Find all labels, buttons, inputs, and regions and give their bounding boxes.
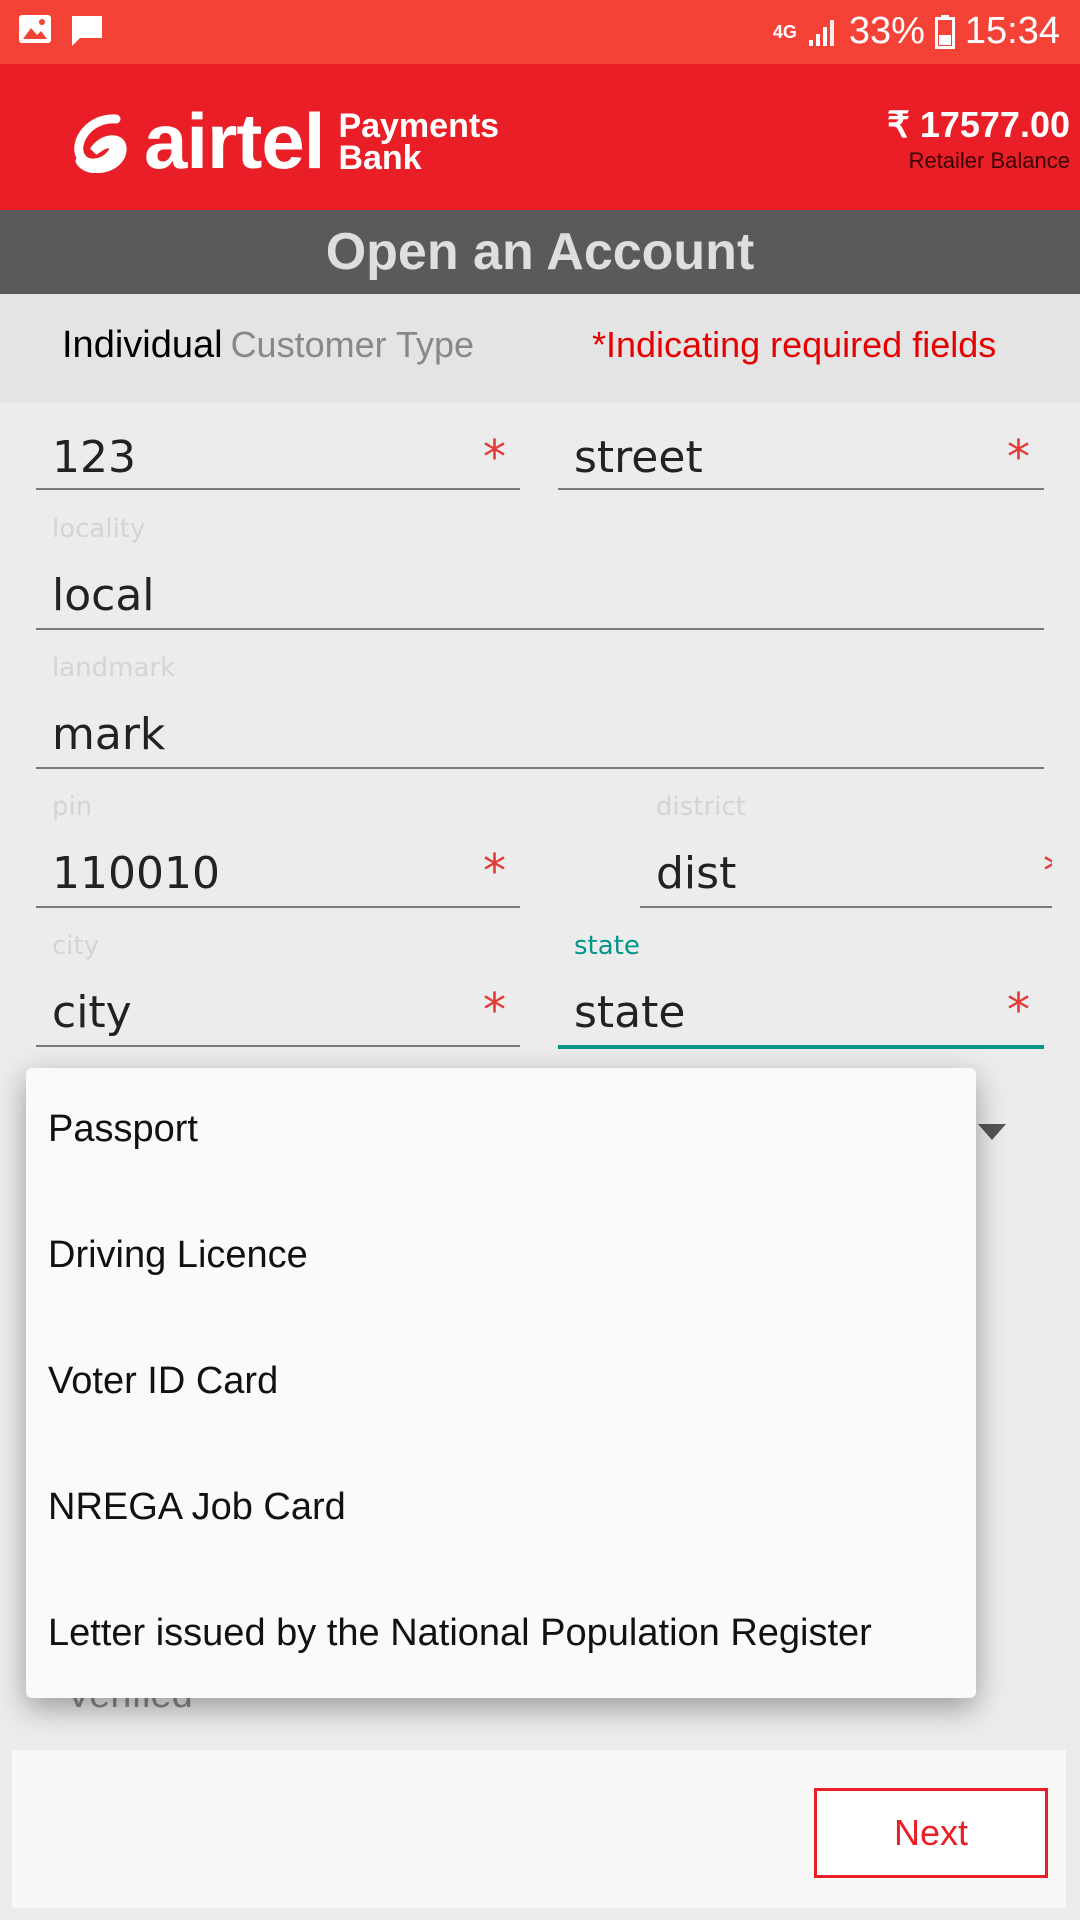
dropdown-option-voter-id[interactable]: Voter ID Card xyxy=(48,1360,278,1403)
brand-sub-line2: Bank xyxy=(338,138,422,177)
underline xyxy=(36,906,520,908)
focused-underline xyxy=(558,1045,1044,1049)
page-title-bar: Open an Account xyxy=(0,210,1080,294)
balance-amount: ₹ 17577.00 xyxy=(886,104,1070,145)
underline xyxy=(36,488,520,490)
district-label: district xyxy=(656,792,746,822)
customer-type-value: Individual xyxy=(62,324,223,366)
id-proof-dropdown: Passport Driving Licence Voter ID Card N… xyxy=(26,1068,976,1698)
status-bar: 4G 33% 15:34 xyxy=(0,0,1080,64)
airtel-swirl-icon xyxy=(74,113,127,173)
locality-label: locality xyxy=(52,514,146,544)
state-field[interactable]: state state * xyxy=(558,931,1044,1049)
battery-icon xyxy=(934,14,955,49)
battery-percent: 33% xyxy=(848,10,925,52)
city-label: city xyxy=(52,931,100,961)
house-no-field[interactable]: 123 * xyxy=(36,424,520,490)
underline xyxy=(36,1045,520,1047)
required-star: * xyxy=(1007,430,1030,484)
message-icon xyxy=(72,16,102,46)
pin-field[interactable]: pin 110010 * xyxy=(36,792,520,908)
balance-label: Retailer Balance xyxy=(908,148,1070,173)
app-header: airtel Payments Bank ₹ 17577.00 Retailer… xyxy=(0,64,1080,210)
state-label: state xyxy=(574,931,640,961)
brand-sub-line1: Payments xyxy=(338,106,500,145)
required-star: * xyxy=(1043,844,1052,898)
form-footer: Next xyxy=(12,1750,1066,1908)
required-star: * xyxy=(483,430,506,484)
dropdown-option-passport[interactable]: Passport xyxy=(48,1108,198,1151)
city-field[interactable]: city city * xyxy=(36,931,520,1047)
landmark-value: mark xyxy=(52,709,166,760)
dropdown-option-nrega[interactable]: NREGA Job Card xyxy=(48,1486,346,1529)
brand-subtitle: Payments Bank xyxy=(338,106,500,177)
street-field[interactable]: street * xyxy=(558,424,1044,490)
dropdown-option-driving-licence[interactable]: Driving Licence xyxy=(48,1234,308,1277)
retailer-balance: ₹ 17577.00 Retailer Balance xyxy=(887,104,1070,174)
underline xyxy=(640,906,1052,908)
landmark-field[interactable]: landmark mark xyxy=(36,653,1044,769)
dropdown-option-npr-letter[interactable]: Letter issued by the National Population… xyxy=(48,1612,872,1655)
state-value: state xyxy=(574,987,686,1038)
locality-value: local xyxy=(52,570,155,621)
info-row: Individual Customer Type *Indicating requ… xyxy=(0,294,1080,402)
next-button[interactable]: Next xyxy=(814,1788,1048,1878)
district-field[interactable]: district dist * xyxy=(640,792,1052,908)
district-value: dist xyxy=(656,848,737,899)
status-right: 4G 33% 15:34 xyxy=(773,10,1060,53)
underline xyxy=(36,628,1044,630)
clock: 15:34 xyxy=(964,10,1060,52)
brand-name: airtel xyxy=(144,97,325,185)
pin-value: 110010 xyxy=(52,848,220,899)
required-star: * xyxy=(1007,983,1030,1037)
required-star: * xyxy=(483,844,506,898)
network-type: 4G xyxy=(772,21,797,42)
underline xyxy=(36,767,1044,769)
status-left xyxy=(18,14,104,48)
pin-label: pin xyxy=(52,792,93,822)
signal-icon xyxy=(808,19,834,46)
gallery-icon xyxy=(19,15,51,43)
required-star: * xyxy=(483,983,506,1037)
customer-type: Individual Customer Type xyxy=(62,324,474,367)
underline xyxy=(558,488,1044,490)
page-title: Open an Account xyxy=(325,223,755,281)
locality-field[interactable]: locality local xyxy=(36,514,1044,630)
street-value: street xyxy=(574,432,703,483)
landmark-label: landmark xyxy=(52,653,176,683)
customer-type-label: Customer Type xyxy=(230,324,475,365)
airtel-logo: airtel Payments Bank xyxy=(72,96,499,187)
city-value: city xyxy=(52,987,132,1038)
required-note: *Indicating required fields xyxy=(592,324,997,365)
house-no-value: 123 xyxy=(52,432,136,483)
chevron-down-icon[interactable] xyxy=(978,1124,1006,1140)
